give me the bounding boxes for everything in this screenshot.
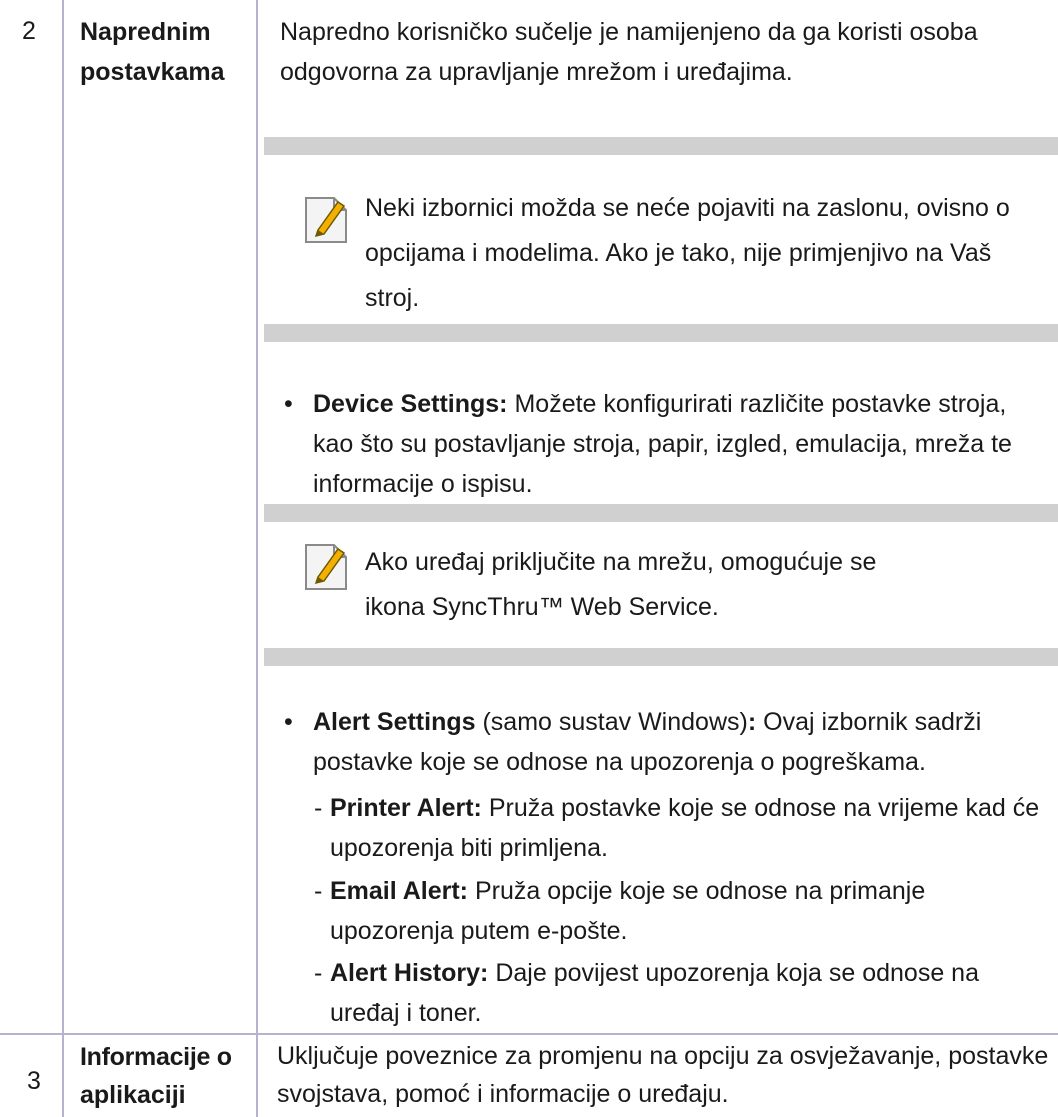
sub-item-marker: -: [314, 794, 323, 822]
note-text: Ako uređaj priključite na mrežu, omoguću…: [365, 548, 877, 621]
bullet-device-settings: Device Settings: Možete konfigurirati ra…: [313, 384, 1053, 504]
note-icon: [304, 543, 348, 591]
note-text: Neki izbornici možda se neće pojaviti na…: [365, 194, 1010, 312]
bullet-colon: :: [747, 708, 757, 736]
sub-item-marker: -: [314, 959, 323, 987]
row-heading-line-1: Informacije o: [80, 1043, 232, 1071]
bullet-qualifier: (samo sustav Windows): [482, 708, 748, 736]
sub-item-label: Email Alert:: [330, 877, 469, 905]
sub-item-label: Printer Alert:: [330, 794, 482, 822]
column-rule-1: [62, 0, 64, 1117]
row-description: Uključuje poveznice za promjenu na opcij…: [277, 1042, 1049, 1108]
sub-item-email-alert: Email Alert: Pruža opcije koje se odnose…: [330, 871, 1050, 951]
row-intro-text: Napredno korisničko sučelje je namijenje…: [280, 18, 978, 86]
note-top-band: [264, 504, 1058, 522]
row-number: 2: [22, 17, 36, 45]
note-top-band: [264, 137, 1058, 155]
sub-item-label: Alert History:: [330, 959, 489, 987]
row-number: 3: [27, 1067, 41, 1095]
row-heading-line-2: postavkama: [80, 58, 225, 86]
sub-item-marker: -: [314, 877, 323, 905]
column-rule-2: [256, 0, 258, 1117]
bullet-marker: •: [284, 390, 293, 418]
note-bottom-band: [264, 648, 1058, 666]
sub-item-alert-history: Alert History: Daje povijest upozorenja …: [330, 953, 1050, 1033]
manual-table: 2 Naprednim postavkama Napredno korisnič…: [0, 0, 1058, 1117]
note-icon: [304, 196, 348, 244]
row-divider: [0, 1033, 1058, 1035]
row-heading-line-1: Naprednim: [80, 18, 211, 46]
bullet-label: Alert Settings: [313, 708, 476, 736]
bullet-alert-settings: Alert Settings (samo sustav Windows): Ov…: [313, 702, 1053, 782]
bullet-label: Device Settings:: [313, 390, 508, 418]
sub-item-printer-alert: Printer Alert: Pruža postavke koje se od…: [330, 788, 1050, 868]
bullet-marker: •: [284, 708, 293, 736]
row-heading-line-2: aplikaciji: [80, 1081, 186, 1109]
note-bottom-band: [264, 324, 1058, 342]
